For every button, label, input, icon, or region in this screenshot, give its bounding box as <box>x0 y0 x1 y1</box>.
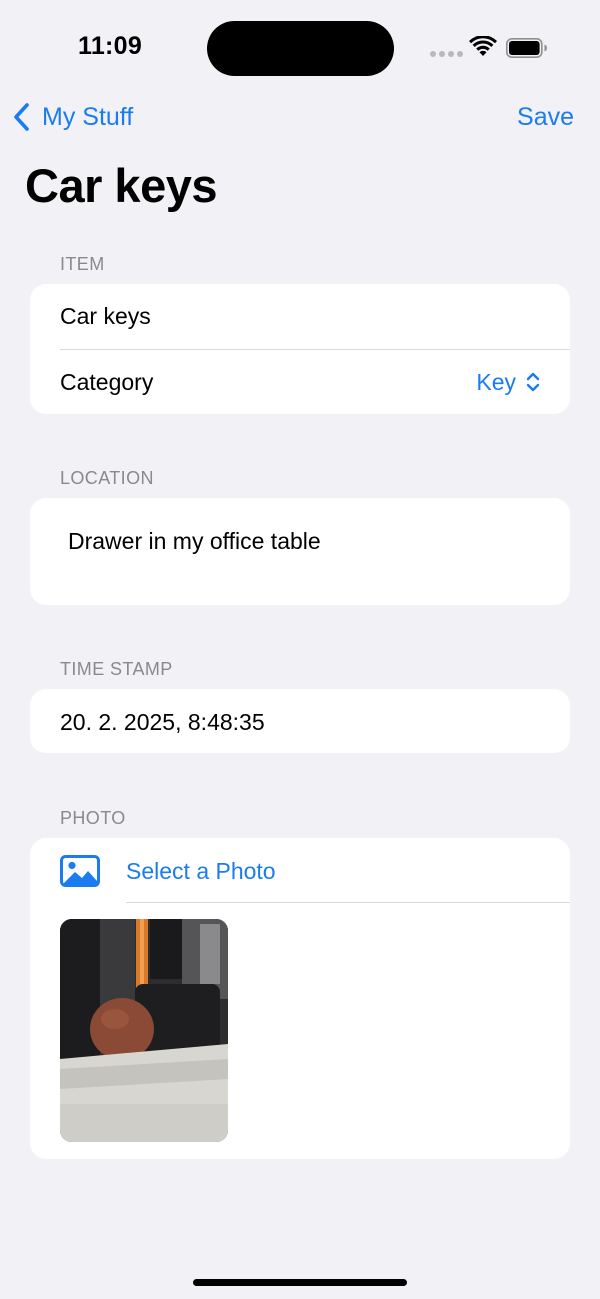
status-time: 11:09 <box>78 32 143 60</box>
item-name-field[interactable]: Car keys <box>60 284 570 348</box>
location-value: Drawer in my office table <box>68 528 321 554</box>
chevron-up-down-icon <box>526 372 540 392</box>
chevron-left-icon <box>14 103 29 131</box>
category-label: Category <box>60 368 154 395</box>
divider <box>126 902 570 903</box>
category-value: Key <box>476 368 516 395</box>
timestamp-card: 20. 2. 2025, 8:48:35 <box>30 689 570 753</box>
select-photo-label[interactable]: Select a Photo <box>126 858 276 885</box>
item-photo <box>60 919 228 1142</box>
select-photo-button[interactable] <box>60 854 100 888</box>
item-card: Car keys Category Key <box>30 284 570 414</box>
dynamic-island <box>207 21 394 76</box>
section-header-location: LOCATION <box>60 468 154 488</box>
cellular-signal-icon <box>430 51 463 57</box>
home-indicator[interactable] <box>193 1279 407 1286</box>
photo-card: Select a Photo <box>30 838 570 1159</box>
item-name-value: Car keys <box>60 302 151 329</box>
save-button[interactable]: Save <box>517 103 574 132</box>
battery-icon <box>506 38 547 58</box>
back-button[interactable]: My Stuff <box>12 100 133 134</box>
section-header-timestamp: TIME STAMP <box>60 659 173 679</box>
location-field[interactable]: Drawer in my office table <box>30 498 570 605</box>
wifi-icon <box>469 36 497 56</box>
category-row: Category Key <box>60 350 570 414</box>
photo-icon <box>60 855 100 887</box>
back-button-label: My Stuff <box>42 102 134 131</box>
timestamp-value: 20. 2. 2025, 8:48:35 <box>60 709 265 735</box>
category-picker[interactable]: Key <box>476 350 540 414</box>
screen: 11:09 My Stuff Save Car keys ITEM Car ke… <box>0 0 600 1299</box>
section-header-photo: PHOTO <box>60 808 126 828</box>
section-header-item: ITEM <box>60 254 105 274</box>
page-title: Car keys <box>25 159 218 212</box>
